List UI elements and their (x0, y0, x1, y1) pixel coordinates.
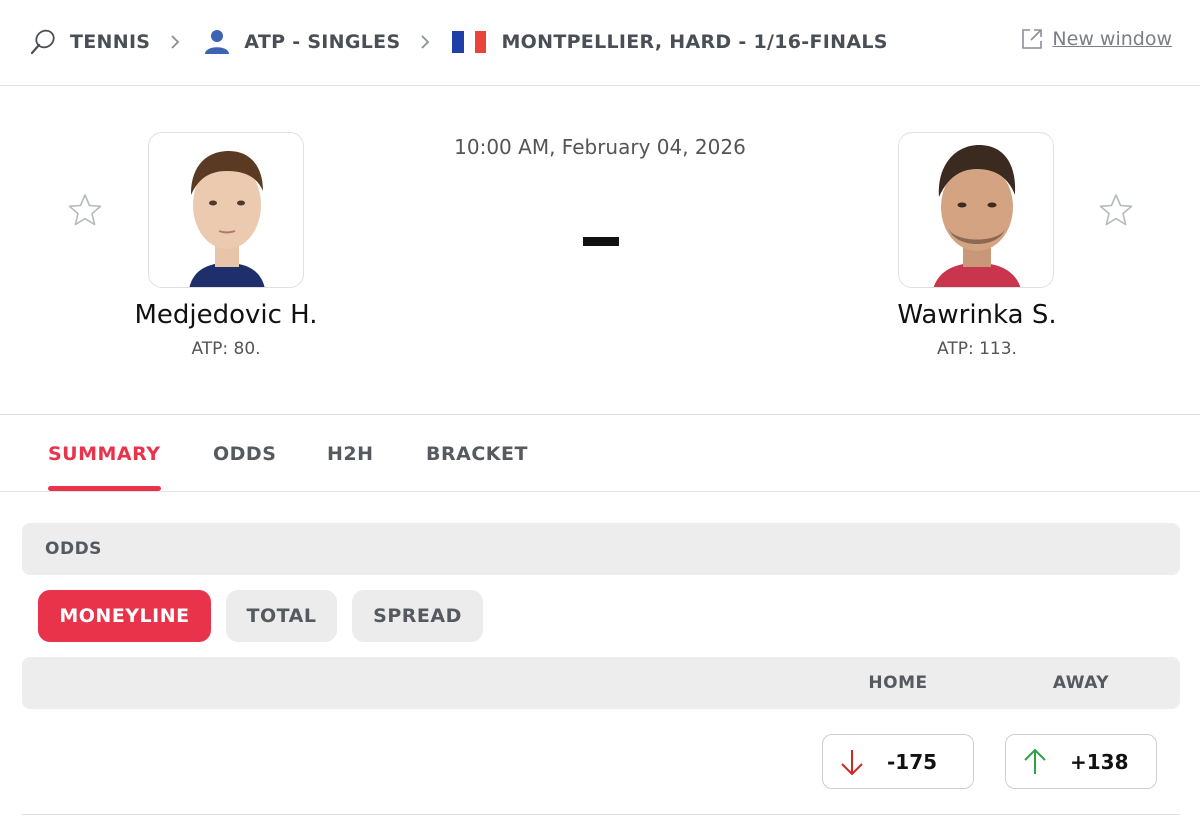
new-window-label: New window (1052, 28, 1172, 50)
breadcrumb-tournament-label: MONTPELLIER, HARD - 1/16-FINALS (501, 31, 888, 53)
tennis-racket-icon (28, 27, 58, 57)
tab-bracket[interactable]: BRACKET (426, 443, 528, 465)
breadcrumb-tournament[interactable]: MONTPELLIER, HARD - 1/16-FINALS (452, 31, 887, 53)
person-icon (202, 27, 232, 57)
odds-section-title: ODDS (45, 539, 102, 559)
france-flag-icon (452, 31, 487, 53)
tab-bar: SUMMARY ODDS H2H BRACKET (0, 416, 1200, 492)
match-header: Medjedovic H. ATP: 80. 10:00 AM, Februar… (0, 87, 1200, 415)
breadcrumb: TENNIS ATP - SINGLES MONTPELLIER, HARD -… (28, 26, 888, 58)
home-player-photo[interactable] (148, 132, 304, 288)
breadcrumb-sport[interactable]: TENNIS (28, 27, 150, 57)
breadcrumb-category-label: ATP - SINGLES (244, 31, 401, 53)
external-link-icon (1020, 27, 1044, 51)
total-button[interactable]: TOTAL (226, 590, 337, 642)
away-column-label: AWAY (1052, 673, 1110, 693)
home-column-label: HOME (868, 673, 928, 693)
chevron-right-icon (418, 35, 432, 49)
home-odds-button[interactable]: -175 (822, 734, 974, 789)
chevron-right-icon (168, 35, 182, 49)
active-tab-indicator (48, 486, 161, 491)
home-player-name[interactable]: Medjedovic H. (96, 300, 356, 330)
odds-section-header: ODDS (22, 523, 1180, 575)
home-player-rank: ATP: 80. (191, 339, 261, 359)
spread-button[interactable]: SPREAD (352, 590, 483, 642)
breadcrumb-sport-label: TENNIS (70, 31, 151, 53)
tab-h2h[interactable]: H2H (327, 443, 374, 465)
breadcrumb-bar: TENNIS ATP - SINGLES MONTPELLIER, HARD -… (0, 0, 1200, 86)
away-odds-value: +138 (1070, 749, 1129, 774)
away-player-photo[interactable] (898, 132, 1054, 288)
divider (22, 814, 1180, 815)
star-icon[interactable] (1098, 192, 1134, 228)
new-window-link[interactable]: New window (1020, 27, 1172, 51)
star-icon[interactable] (67, 192, 103, 228)
home-odds-value: -175 (887, 749, 938, 774)
match-datetime: 10:00 AM, February 04, 2026 (454, 135, 746, 159)
tab-odds[interactable]: ODDS (213, 443, 276, 465)
away-player-name[interactable]: Wawrinka S. (847, 300, 1107, 330)
tab-summary[interactable]: SUMMARY (48, 443, 160, 465)
breadcrumb-category[interactable]: ATP - SINGLES (202, 27, 400, 57)
odds-columns-header: HOME AWAY (22, 657, 1180, 709)
away-odds-button[interactable]: +138 (1005, 734, 1157, 789)
away-player-rank: ATP: 113. (937, 339, 1017, 359)
moneyline-button[interactable]: MONEYLINE (38, 590, 211, 642)
match-score-dash (583, 237, 619, 246)
arrow-up-icon (1022, 747, 1048, 777)
arrow-down-icon (839, 747, 865, 777)
